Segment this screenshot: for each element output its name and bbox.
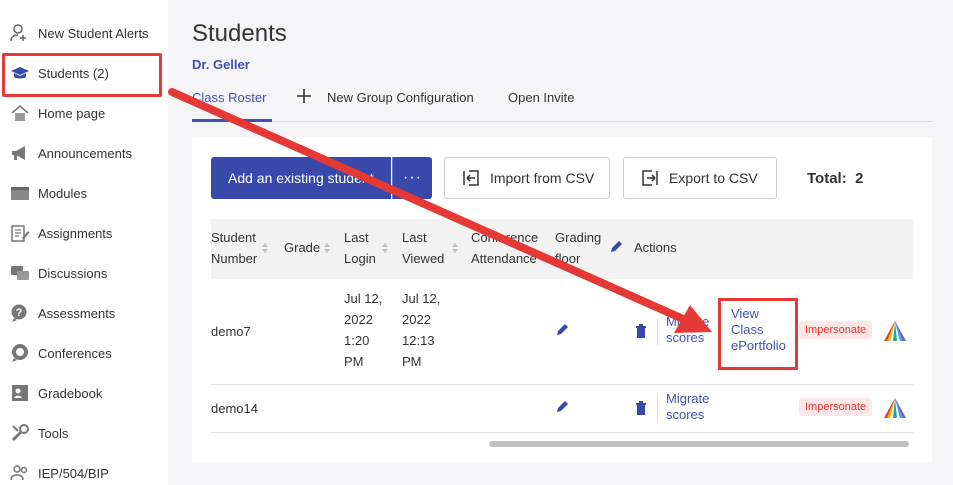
more-options-button[interactable]: ···	[392, 157, 432, 199]
sidebar-item-assessments[interactable]: ? Assessments	[0, 293, 168, 333]
people-icon	[9, 462, 31, 484]
column-header-last-viewed[interactable]: Last Viewed	[402, 227, 444, 269]
impersonate-button[interactable]: Impersonate	[799, 321, 873, 339]
plus-icon[interactable]	[296, 88, 312, 107]
pencil-icon[interactable]	[555, 400, 569, 414]
impersonate-button[interactable]: Impersonate	[799, 398, 873, 416]
sidebar-item-label: Assessments	[38, 305, 116, 321]
column-header-actions: Actions	[634, 240, 677, 255]
sidebar-item-label: IEP/504/BIP	[38, 465, 109, 481]
pencil-icon[interactable]	[609, 240, 623, 254]
trash-icon[interactable]	[635, 324, 647, 338]
sidebar-item-new-student-alerts[interactable]: New Student Alerts	[0, 13, 168, 53]
megaphone-icon	[9, 142, 31, 164]
export-csv-label: Export to CSV	[669, 170, 758, 186]
question-bubble-icon: ?	[9, 302, 31, 324]
sort-icon[interactable]	[451, 242, 459, 254]
export-csv-button[interactable]: Export to CSV	[623, 157, 777, 199]
migrate-scores-link[interactable]: Migrate scores	[666, 314, 709, 346]
clipboard-edit-icon	[9, 222, 31, 244]
import-csv-label: Import from CSV	[490, 170, 595, 186]
sidebar-item-home-page[interactable]: Home page	[0, 93, 168, 133]
sort-icon[interactable]	[261, 242, 269, 254]
total-value: 2	[855, 170, 864, 187]
table-header: Student Number Grade Last Login Last Vie…	[211, 219, 913, 279]
total-count: Total: 2	[807, 170, 864, 187]
tab-active-indicator	[192, 119, 272, 122]
column-header-last-login[interactable]: Last Login	[344, 227, 376, 269]
gradebook-icon	[9, 382, 31, 404]
teacher-name: Dr. Geller	[192, 57, 250, 72]
app-logo-icon[interactable]	[882, 319, 908, 343]
trash-icon[interactable]	[635, 401, 647, 415]
annotation-highlight-eportfolio	[718, 298, 798, 370]
sidebar-item-assignments[interactable]: Assignments	[0, 213, 168, 253]
sidebar-item-label: Home page	[38, 105, 106, 121]
table-row: demo14 Migrate scores Impersonate	[211, 385, 913, 433]
chat-bubble-icon	[9, 342, 31, 364]
sidebar: New Student Alerts Students (2) Home pag…	[0, 0, 168, 485]
main-content: Students Dr. Geller Class Roster New Gro…	[168, 0, 953, 485]
sidebar-item-label: Modules	[38, 185, 88, 201]
roster-card: Add an existing student ··· Import from …	[192, 137, 932, 462]
tab-open-invite[interactable]: Open Invite	[508, 90, 575, 105]
sort-icon[interactable]	[323, 242, 331, 254]
folder-icon	[9, 182, 31, 204]
sidebar-item-label: Tools	[38, 425, 69, 441]
sidebar-item-iep[interactable]: IEP/504/BIP	[0, 453, 168, 485]
column-header-grading-floor[interactable]: Grading floor	[555, 227, 601, 269]
action-divider	[657, 319, 658, 345]
import-icon	[461, 168, 481, 188]
tab-bar: Class Roster New Group Configuration Ope…	[192, 82, 932, 122]
app-logo-icon[interactable]	[882, 396, 908, 420]
sidebar-item-label: Discussions	[38, 265, 108, 281]
sidebar-item-label: New Student Alerts	[38, 25, 149, 41]
column-header-conference-attendance[interactable]: Conference Attendance	[471, 227, 538, 269]
tab-new-group-configuration[interactable]: New Group Configuration	[327, 90, 474, 105]
person-alert-icon	[9, 22, 31, 44]
action-divider	[657, 395, 658, 421]
cell-student-number: demo14	[211, 401, 258, 416]
sidebar-item-modules[interactable]: Modules	[0, 173, 168, 213]
wrench-icon	[9, 422, 31, 444]
horizontal-scrollbar[interactable]	[489, 441, 909, 447]
tab-class-roster[interactable]: Class Roster	[192, 90, 266, 105]
sidebar-item-discussions[interactable]: Discussions	[0, 253, 168, 293]
export-icon	[640, 168, 660, 188]
annotation-highlight-students	[2, 53, 162, 97]
table-row: demo7 Jul 12, 2022 1:20 PM Jul 12, 2022 …	[211, 279, 913, 385]
cell-last-viewed: Jul 12, 2022 12:13 PM	[402, 291, 441, 369]
cell-student-number: demo7	[211, 324, 251, 339]
sidebar-item-label: Announcements	[38, 145, 132, 161]
sidebar-item-label: Conferences	[38, 345, 112, 361]
sidebar-item-tools[interactable]: Tools	[0, 413, 168, 453]
svg-text:?: ?	[16, 307, 23, 319]
home-icon	[9, 102, 31, 124]
column-header-student-number[interactable]: Student Number	[211, 227, 257, 269]
column-header-grade[interactable]: Grade	[284, 237, 320, 258]
pencil-icon[interactable]	[555, 323, 569, 337]
import-csv-button[interactable]: Import from CSV	[444, 157, 610, 199]
migrate-scores-link[interactable]: Migrate scores	[666, 391, 709, 423]
sidebar-item-label: Gradebook	[38, 385, 103, 401]
sidebar-item-label: Assignments	[38, 225, 113, 241]
sidebar-item-conferences[interactable]: Conferences	[0, 333, 168, 373]
page-title: Students	[192, 20, 287, 47]
cell-last-login: Jul 12, 2022 1:20 PM	[344, 291, 383, 369]
add-existing-student-button[interactable]: Add an existing student	[211, 157, 391, 199]
sort-icon[interactable]	[381, 242, 389, 254]
sidebar-item-announcements[interactable]: Announcements	[0, 133, 168, 173]
sidebar-item-gradebook[interactable]: Gradebook	[0, 373, 168, 413]
chat-bubbles-icon	[9, 262, 31, 284]
